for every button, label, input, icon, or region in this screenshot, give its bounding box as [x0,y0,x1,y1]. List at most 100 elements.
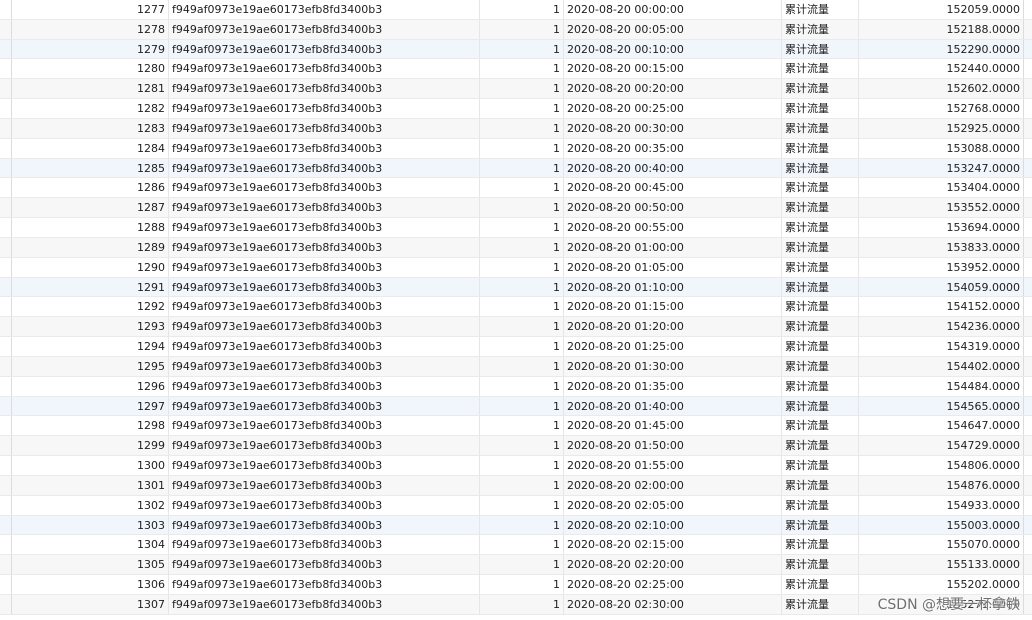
device-id-cell[interactable]: f949af0973e19ae60173efb8fd3400b3 [169,297,480,317]
id-cell[interactable]: 1279 [12,39,169,59]
flag-cell[interactable]: 1 [480,515,564,535]
value-cell[interactable]: 154152.0000 [859,297,1024,317]
flag-cell[interactable]: 1 [480,376,564,396]
value-cell[interactable]: 153404.0000 [859,178,1024,198]
flag-cell[interactable]: 1 [480,257,564,277]
type-cell[interactable]: 累计流量 [782,376,859,396]
flag-cell[interactable]: 1 [480,138,564,158]
flag-cell[interactable]: 1 [480,178,564,198]
device-id-cell[interactable]: f949af0973e19ae60173efb8fd3400b3 [169,456,480,475]
id-cell[interactable]: 1291 [12,277,169,297]
table-row[interactable]: 1288 f949af0973e19ae60173efb8fd3400b3 1 202… [0,218,1032,238]
flag-cell[interactable]: 1 [480,456,564,475]
id-cell[interactable]: 1281 [12,79,169,99]
row-gutter[interactable] [0,39,12,59]
device-id-cell[interactable]: f949af0973e19ae60173efb8fd3400b3 [169,515,480,535]
flag-cell[interactable]: 1 [480,356,564,376]
device-id-cell[interactable]: f949af0973e19ae60173efb8fd3400b3 [169,218,480,237]
time-cell[interactable]: 2020-08-20 01:45:00 [564,416,782,436]
device-id-cell[interactable]: f949af0973e19ae60173efb8fd3400b3 [169,396,480,416]
type-cell[interactable]: 累计流量 [782,138,859,158]
time-cell[interactable]: 2020-08-20 00:25:00 [564,99,782,118]
row-gutter[interactable] [0,257,12,277]
table-row[interactable]: 1295 f949af0973e19ae60173efb8fd3400b3 1 202… [0,356,1032,377]
table-row[interactable]: 1294 f949af0973e19ae60173efb8fd3400b3 1 202… [0,337,1032,357]
type-cell[interactable]: 累计流量 [782,515,859,535]
row-gutter[interactable] [0,555,12,575]
time-cell[interactable]: 2020-08-20 01:35:00 [564,376,782,396]
row-gutter[interactable] [0,337,12,356]
time-cell[interactable]: 2020-08-20 00:20:00 [564,79,782,99]
row-gutter[interactable] [0,376,12,396]
id-cell[interactable]: 1297 [12,396,169,416]
row-gutter[interactable] [0,19,12,39]
id-cell[interactable]: 1302 [12,495,169,515]
value-cell[interactable]: 152925.0000 [859,118,1024,138]
flag-cell[interactable]: 1 [480,118,564,138]
row-gutter[interactable] [0,158,12,178]
row-gutter[interactable] [0,456,12,475]
time-cell[interactable]: 2020-08-20 02:00:00 [564,475,782,495]
value-cell[interactable]: 153694.0000 [859,218,1024,237]
device-id-cell[interactable]: f949af0973e19ae60173efb8fd3400b3 [169,376,480,396]
type-cell[interactable]: 累计流量 [782,575,859,594]
type-cell[interactable]: 累计流量 [782,0,859,19]
device-id-cell[interactable]: f949af0973e19ae60173efb8fd3400b3 [169,19,480,39]
type-cell[interactable]: 累计流量 [782,178,859,198]
device-id-cell[interactable]: f949af0973e19ae60173efb8fd3400b3 [169,436,480,456]
time-cell[interactable]: 2020-08-20 00:45:00 [564,178,782,198]
time-cell[interactable]: 2020-08-20 02:20:00 [564,555,782,575]
time-cell[interactable]: 2020-08-20 01:15:00 [564,297,782,317]
table-row[interactable]: 1289 f949af0973e19ae60173efb8fd3400b3 1 202… [0,237,1032,258]
flag-cell[interactable]: 1 [480,535,564,555]
flag-cell[interactable]: 1 [480,396,564,416]
row-gutter[interactable] [0,317,12,337]
table-row[interactable]: 1305 f949af0973e19ae60173efb8fd3400b3 1 202… [0,555,1032,576]
type-cell[interactable]: 累计流量 [782,337,859,356]
flag-cell[interactable]: 1 [480,416,564,436]
flag-cell[interactable]: 1 [480,218,564,237]
row-gutter[interactable] [0,59,12,79]
table-row[interactable]: 1291 f949af0973e19ae60173efb8fd3400b3 1 202… [0,277,1032,298]
value-cell[interactable]: 152768.0000 [859,99,1024,118]
id-cell[interactable]: 1292 [12,297,169,317]
device-id-cell[interactable]: f949af0973e19ae60173efb8fd3400b3 [169,198,480,218]
value-cell[interactable]: 155133.0000 [859,555,1024,575]
time-cell[interactable]: 2020-08-20 00:35:00 [564,138,782,158]
id-cell[interactable]: 1306 [12,575,169,594]
device-id-cell[interactable]: f949af0973e19ae60173efb8fd3400b3 [169,475,480,495]
table-row[interactable]: 1280 f949af0973e19ae60173efb8fd3400b3 1 202… [0,59,1032,80]
time-cell[interactable]: 2020-08-20 00:15:00 [564,59,782,79]
id-cell[interactable]: 1303 [12,515,169,535]
time-cell[interactable]: 2020-08-20 00:50:00 [564,198,782,218]
flag-cell[interactable]: 1 [480,99,564,118]
time-cell[interactable]: 2020-08-20 01:55:00 [564,456,782,475]
row-gutter[interactable] [0,138,12,158]
type-cell[interactable]: 累计流量 [782,456,859,475]
table-row[interactable]: 1279 f949af0973e19ae60173efb8fd3400b3 1 202… [0,39,1032,60]
type-cell[interactable]: 累计流量 [782,535,859,555]
type-cell[interactable]: 累计流量 [782,416,859,436]
time-cell[interactable]: 2020-08-20 01:10:00 [564,277,782,297]
value-cell[interactable]: 154806.0000 [859,456,1024,475]
type-cell[interactable]: 累计流量 [782,317,859,337]
flag-cell[interactable]: 1 [480,39,564,59]
row-gutter[interactable] [0,218,12,237]
device-id-cell[interactable]: f949af0973e19ae60173efb8fd3400b3 [169,158,480,178]
id-cell[interactable]: 1301 [12,475,169,495]
time-cell[interactable]: 2020-08-20 02:05:00 [564,495,782,515]
table-row[interactable]: 1296 f949af0973e19ae60173efb8fd3400b3 1 202… [0,376,1032,397]
id-cell[interactable]: 1282 [12,99,169,118]
flag-cell[interactable]: 1 [480,436,564,456]
row-gutter[interactable] [0,356,12,376]
flag-cell[interactable]: 1 [480,555,564,575]
device-id-cell[interactable]: f949af0973e19ae60173efb8fd3400b3 [169,138,480,158]
device-id-cell[interactable]: f949af0973e19ae60173efb8fd3400b3 [169,118,480,138]
time-cell[interactable]: 2020-08-20 00:55:00 [564,218,782,237]
device-id-cell[interactable]: f949af0973e19ae60173efb8fd3400b3 [169,416,480,436]
value-cell[interactable]: 154236.0000 [859,317,1024,337]
id-cell[interactable]: 1284 [12,138,169,158]
value-cell[interactable]: 154484.0000 [859,376,1024,396]
value-cell[interactable]: 153952.0000 [859,257,1024,277]
id-cell[interactable]: 1305 [12,555,169,575]
